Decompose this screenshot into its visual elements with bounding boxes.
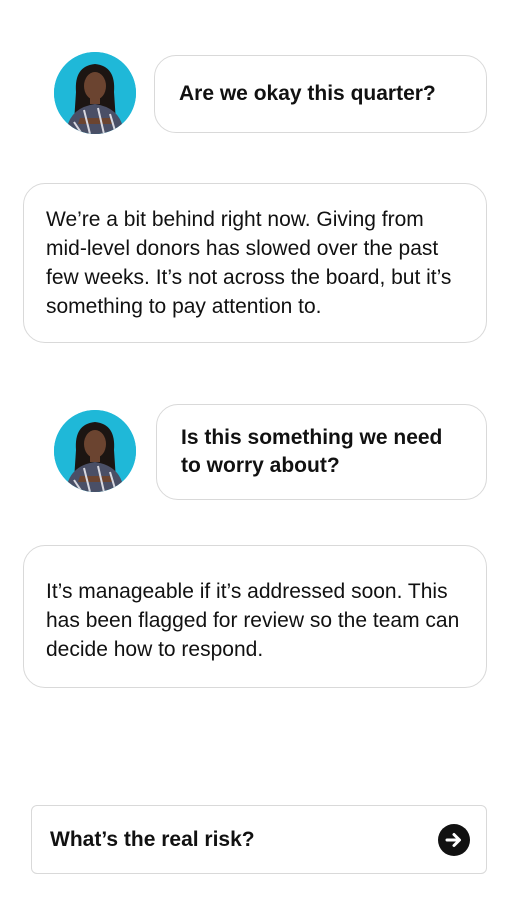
user-message-bubble: Is this something we need to worry about… [156, 404, 487, 500]
send-button[interactable] [438, 823, 470, 856]
user-avatar [54, 52, 136, 134]
assistant-message-text: It’s manageable if it’s addressed soon. … [46, 580, 460, 661]
suggested-question-bar[interactable]: What’s the real risk? [31, 805, 487, 874]
user-message-text: Are we okay this quarter? [179, 82, 436, 105]
assistant-message-bubble: We’re a bit behind right now. Giving fro… [23, 183, 487, 343]
user-avatar [54, 410, 136, 492]
assistant-message-bubble: It’s manageable if it’s addressed soon. … [23, 545, 487, 688]
user-avatar-icon [54, 410, 136, 492]
arrow-right-icon [445, 832, 461, 847]
suggested-question-text[interactable]: What’s the real risk? [50, 828, 255, 852]
user-message-bubble: Are we okay this quarter? [154, 55, 487, 133]
user-message-text: Is this something we need to worry about… [181, 426, 443, 477]
user-avatar-icon [54, 52, 136, 134]
assistant-message-text: We’re a bit behind right now. Giving fro… [46, 208, 452, 318]
